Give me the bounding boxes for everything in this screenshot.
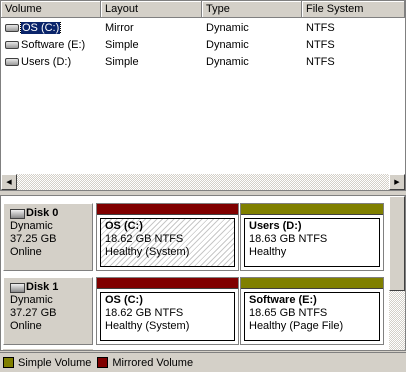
disk-icon bbox=[5, 57, 19, 66]
filesystem-cell: NTFS bbox=[306, 38, 335, 51]
partition-status: Healthy (System) bbox=[105, 246, 190, 258]
disk-name: Disk 0 bbox=[26, 207, 59, 219]
partition-users-d[interactable]: Users (D:) 18.63 GB NTFS Healthy bbox=[240, 203, 384, 271]
filesystem-cell: NTFS bbox=[306, 21, 335, 34]
partition-software-e[interactable]: Software (E:) 18.65 GB NTFS Healthy (Pag… bbox=[240, 277, 384, 345]
type-cell: Dynamic bbox=[206, 38, 249, 51]
partition-status: Healthy (Page File) bbox=[249, 320, 344, 332]
partition-size: 18.62 GB NTFS bbox=[105, 307, 184, 319]
disk-label-partial bbox=[3, 348, 93, 350]
partition-name: OS (C:) bbox=[105, 220, 143, 232]
partition-status: Healthy (System) bbox=[105, 320, 190, 332]
mirrored-volume-swatch bbox=[97, 357, 109, 368]
column-headers: Volume Layout Type File System bbox=[1, 1, 405, 18]
partition-name: Users (D:) bbox=[249, 220, 302, 232]
partition-size: 18.62 GB NTFS bbox=[105, 233, 184, 245]
disk-size: 37.27 GB bbox=[10, 307, 57, 319]
scroll-right-arrow-icon[interactable]: ▶ bbox=[389, 174, 405, 190]
type-cell: Dynamic bbox=[206, 21, 249, 34]
column-header-volume[interactable]: Volume bbox=[1, 1, 101, 18]
disk-row: Disk 0 Dynamic 37.25 GB Online OS (C:) 1… bbox=[1, 200, 389, 274]
disk-label[interactable]: Disk 0 Dynamic 37.25 GB Online bbox=[3, 203, 93, 271]
disk-status: Online bbox=[10, 320, 42, 332]
disk-graphical-view: Disk 0 Dynamic 37.25 GB Online OS (C:) 1… bbox=[0, 195, 406, 351]
scroll-thumb[interactable] bbox=[389, 196, 405, 291]
volume-cell: Software (E:) bbox=[1, 39, 101, 51]
simple-volume-swatch bbox=[3, 357, 14, 368]
scroll-track[interactable] bbox=[389, 291, 405, 350]
legend: Simple Volume Mirrored Volume bbox=[0, 352, 406, 372]
partition-name: Software (E:) bbox=[249, 294, 317, 306]
disk-type: Dynamic bbox=[10, 294, 53, 306]
mirrored-volume-bar bbox=[97, 278, 238, 289]
layout-cell: Mirror bbox=[105, 21, 134, 34]
disk-label[interactable]: Disk 1 Dynamic 37.27 GB Online bbox=[3, 277, 93, 345]
volume-name: Software (E:) bbox=[21, 38, 86, 51]
disk-row: Disk 1 Dynamic 37.27 GB Online OS (C:) 1… bbox=[1, 274, 389, 348]
scroll-left-arrow-icon[interactable]: ◀ bbox=[1, 174, 17, 190]
volume-row[interactable]: Software (E:) Simple Dynamic NTFS bbox=[1, 36, 405, 53]
legend-item-simple: Simple Volume bbox=[3, 357, 91, 369]
disk-status: Online bbox=[10, 246, 42, 258]
layout-cell: Simple bbox=[105, 55, 139, 68]
partition-body: Users (D:) 18.63 GB NTFS Healthy bbox=[244, 218, 380, 267]
scroll-track[interactable] bbox=[17, 174, 389, 190]
partition-size: 18.63 GB NTFS bbox=[249, 233, 328, 245]
legend-item-mirrored: Mirrored Volume bbox=[97, 357, 193, 369]
simple-volume-bar bbox=[241, 204, 383, 215]
volume-row[interactable]: Users (D:) Simple Dynamic NTFS bbox=[1, 53, 405, 70]
hard-disk-icon bbox=[10, 208, 25, 219]
partition-body: OS (C:) 18.62 GB NTFS Healthy (System) bbox=[100, 292, 235, 341]
mirrored-volume-bar bbox=[97, 204, 238, 215]
hard-disk-icon bbox=[10, 282, 25, 293]
layout-cell: Simple bbox=[105, 38, 139, 51]
filesystem-cell: NTFS bbox=[306, 55, 335, 68]
partition-size: 18.65 GB NTFS bbox=[249, 307, 328, 319]
volume-name: OS (C:) bbox=[19, 21, 62, 34]
disk-name: Disk 1 bbox=[26, 281, 59, 293]
column-header-file-system[interactable]: File System bbox=[302, 1, 405, 18]
vertical-scrollbar[interactable] bbox=[389, 196, 405, 350]
partition-name: OS (C:) bbox=[105, 294, 143, 306]
volume-row[interactable]: OS (C:) Mirror Dynamic NTFS bbox=[1, 19, 405, 36]
volume-cell: OS (C:) bbox=[1, 21, 101, 34]
disk-size: 37.25 GB bbox=[10, 233, 57, 245]
partition-os-c[interactable]: OS (C:) 18.62 GB NTFS Healthy (System) bbox=[96, 277, 239, 345]
disk-icon bbox=[5, 40, 19, 49]
partition-status: Healthy bbox=[249, 246, 287, 258]
legend-label: Mirrored Volume bbox=[112, 356, 194, 369]
disk-icon bbox=[5, 23, 19, 32]
volume-name: Users (D:) bbox=[21, 55, 72, 68]
legend-label: Simple Volume bbox=[18, 356, 92, 369]
partition-body: Software (E:) 18.65 GB NTFS Healthy (Pag… bbox=[244, 292, 380, 341]
simple-volume-bar bbox=[241, 278, 383, 289]
partition-os-c[interactable]: OS (C:) 18.62 GB NTFS Healthy (System) bbox=[96, 203, 239, 271]
volume-cell: Users (D:) bbox=[1, 56, 101, 68]
horizontal-scrollbar[interactable]: ◀ ▶ bbox=[1, 174, 405, 190]
type-cell: Dynamic bbox=[206, 55, 249, 68]
partition-body: OS (C:) 18.62 GB NTFS Healthy (System) bbox=[100, 218, 235, 267]
volume-list: Volume Layout Type File System OS (C:) M… bbox=[0, 0, 406, 191]
disk-type: Dynamic bbox=[10, 220, 53, 232]
column-header-layout[interactable]: Layout bbox=[101, 1, 202, 18]
column-header-type[interactable]: Type bbox=[202, 1, 302, 18]
